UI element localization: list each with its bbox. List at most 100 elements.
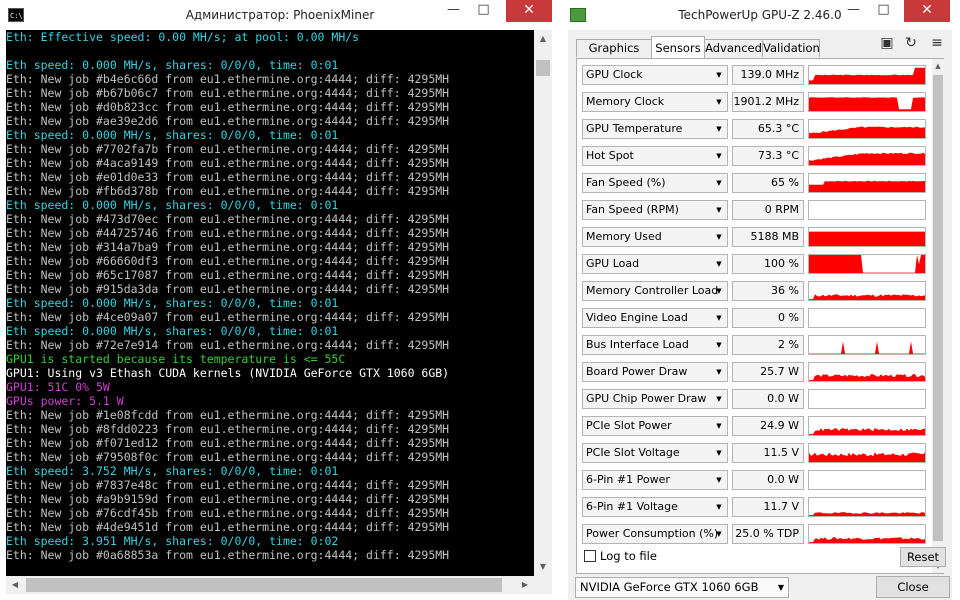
sensor-label-dropdown[interactable]: Fan Speed (%) ▼	[582, 173, 728, 193]
close-icon[interactable]: ✕	[506, 0, 552, 22]
sensor-label-dropdown[interactable]: GPU Clock ▼	[582, 65, 728, 85]
minimize-icon[interactable]: —	[440, 0, 467, 22]
console-horizontal-scrollbar[interactable]: ◀ ▶	[6, 576, 534, 594]
sensor-row: Fan Speed (RPM) ▼ 0 RPM	[582, 198, 930, 225]
tab-sensors[interactable]: Sensors	[651, 36, 705, 58]
console-line: Eth: New job #8fdd0223 from eu1.ethermin…	[6, 422, 450, 436]
gpuz-titlebar[interactable]: TechPowerUp GPU-Z 2.46.0 — □ ✕	[560, 0, 960, 30]
sensor-label-dropdown[interactable]: 6-Pin #1 Voltage ▼	[582, 497, 728, 517]
reset-button[interactable]: Reset	[900, 547, 946, 567]
console-output[interactable]: Eth: Effective speed: 0.00 MH/s; at pool…	[6, 30, 534, 576]
sensor-label-dropdown[interactable]: Bus Interface Load ▼	[582, 335, 728, 355]
close-icon[interactable]: ✕	[904, 0, 950, 22]
sensor-label-dropdown[interactable]: PCIe Slot Voltage ▼	[582, 443, 728, 463]
sensor-label-dropdown[interactable]: GPU Load ▼	[582, 254, 728, 274]
console-line: Eth: New job #915da3da from eu1.ethermin…	[6, 282, 450, 296]
console-line: GPUs power: 5.1 W	[6, 394, 124, 408]
chevron-down-icon: ▼	[716, 530, 722, 538]
console-window: C:\. Администратор: PhoenixMiner — □ ✕ E…	[0, 0, 560, 600]
sensor-label: GPU Chip Power Draw	[586, 392, 707, 405]
device-select-value: NVIDIA GeForce GTX 1060 6GB	[580, 580, 759, 594]
sensor-graph	[808, 308, 926, 328]
sensor-row: Memory Clock ▼ 1901.2 MHz	[582, 90, 930, 117]
sensor-row: GPU Temperature ▼ 65.3 °C	[582, 117, 930, 144]
maximize-icon[interactable]: □	[870, 0, 897, 22]
scroll-up-icon[interactable]: ▲	[932, 59, 944, 73]
sensor-label-dropdown[interactable]: Memory Clock ▼	[582, 92, 728, 112]
sensor-row: Memory Used ▼ 5188 MB	[582, 225, 930, 252]
sensor-value: 0.0 W	[732, 470, 804, 490]
chevron-down-icon: ▼	[716, 314, 722, 322]
sensor-value: 139.0 MHz	[732, 65, 804, 85]
console-line: Eth speed: 0.000 MH/s, shares: 0/0/0, ti…	[6, 324, 339, 338]
close-button[interactable]: Close	[876, 576, 950, 598]
scroll-left-icon[interactable]: ◀	[6, 576, 24, 594]
console-line: Eth speed: 0.000 MH/s, shares: 0/0/0, ti…	[6, 198, 339, 212]
tab-validation[interactable]: Validation	[762, 39, 820, 57]
sensor-row: Hot Spot ▼ 73.3 °C	[582, 144, 930, 171]
chevron-down-icon: ▼	[716, 287, 722, 295]
sensor-label: GPU Temperature	[586, 122, 683, 135]
maximize-icon[interactable]: □	[470, 0, 497, 22]
sensor-label: Video Engine Load	[586, 311, 688, 324]
device-select[interactable]: NVIDIA GeForce GTX 1060 6GB ▼	[575, 577, 789, 598]
refresh-icon[interactable]: ↻	[902, 34, 920, 52]
sensor-value: 25.0 % TDP	[732, 524, 804, 544]
console-line: Eth: Effective speed: 0.00 MH/s; at pool…	[6, 30, 360, 44]
console-vertical-scrollbar[interactable]: ▲ ▼	[534, 30, 552, 576]
sensor-label-dropdown[interactable]: Memory Used ▼	[582, 227, 728, 247]
console-hscroll-thumb[interactable]	[26, 578, 502, 592]
sensor-graph-area	[809, 152, 925, 165]
console-line: Eth: New job #4aca9149 from eu1.ethermin…	[6, 156, 450, 170]
sensor-label-dropdown[interactable]: GPU Chip Power Draw ▼	[582, 389, 728, 409]
console-line: Eth: New job #79508f0c from eu1.ethermin…	[6, 450, 450, 464]
sensor-graph-area	[809, 97, 925, 111]
scroll-down-icon[interactable]: ▼	[534, 558, 552, 576]
console-line: Eth speed: 0.000 MH/s, shares: 0/0/0, ti…	[6, 58, 339, 72]
tab-graphics-card[interactable]: Graphics Card	[576, 39, 652, 72]
sensor-label-dropdown[interactable]: Fan Speed (RPM) ▼	[582, 200, 728, 220]
log-to-file-checkbox[interactable]	[584, 550, 596, 562]
sensor-label: GPU Load	[586, 257, 640, 270]
sensor-value: 24.9 W	[732, 416, 804, 436]
tab-advanced[interactable]: Advanced	[704, 39, 763, 57]
sensor-row: Power Consumption (%) ▼ 25.0 % TDP	[582, 522, 930, 549]
sensor-label-dropdown[interactable]: GPU Temperature ▼	[582, 119, 728, 139]
sensor-label-dropdown[interactable]: Board Power Draw ▼	[582, 362, 728, 382]
chevron-down-icon: ▼	[716, 422, 722, 430]
scroll-right-icon[interactable]: ▶	[516, 576, 534, 594]
sensor-graph	[808, 119, 926, 139]
menu-icon[interactable]: ≡	[928, 34, 946, 52]
sensor-label: PCIe Slot Power	[586, 419, 672, 432]
sensors-scroll-thumb[interactable]	[933, 75, 943, 541]
console-vscroll-thumb[interactable]	[536, 60, 550, 76]
minimize-icon[interactable]: —	[840, 0, 867, 22]
console-titlebar[interactable]: C:\. Администратор: PhoenixMiner — □ ✕	[0, 0, 560, 30]
chevron-down-icon: ▼	[716, 152, 722, 160]
sensor-label-dropdown[interactable]: 6-Pin #1 Power ▼	[582, 470, 728, 490]
sensor-graph	[808, 254, 926, 274]
sensor-label-dropdown[interactable]: Hot Spot ▼	[582, 146, 728, 166]
sensor-value: 73.3 °C	[732, 146, 804, 166]
chevron-down-icon: ▼	[716, 206, 722, 214]
camera-icon[interactable]: ▣	[878, 34, 896, 52]
chevron-down-icon: ▼	[716, 71, 722, 79]
sensor-label-dropdown[interactable]: PCIe Slot Power ▼	[582, 416, 728, 436]
sensor-graph-area	[809, 428, 925, 435]
sensors-scrollbar[interactable]: ▲ ▼	[932, 59, 944, 573]
sensor-value: 65.3 °C	[732, 119, 804, 139]
sensor-label-dropdown[interactable]: Memory Controller Load ▼	[582, 281, 728, 301]
console-line: Eth: New job #4de9451d from eu1.ethermin…	[6, 520, 450, 534]
sensor-row: GPU Load ▼ 100 %	[582, 252, 930, 279]
console-line: GPU1 is started because its temperature …	[6, 352, 346, 366]
sensor-graph-area	[809, 537, 925, 543]
scroll-up-icon[interactable]: ▲	[534, 30, 552, 48]
sensor-graph	[808, 416, 926, 436]
sensor-label-dropdown[interactable]: Power Consumption (%) ▼	[582, 524, 728, 544]
console-line: GPU1: Using v3 Ethash CUDA kernels (NVID…	[6, 366, 450, 380]
sensor-label-dropdown[interactable]: Video Engine Load ▼	[582, 308, 728, 328]
console-line: Eth speed: 0.000 MH/s, shares: 0/0/0, ti…	[6, 128, 339, 142]
sensor-label: 6-Pin #1 Power	[586, 473, 670, 486]
console-line: Eth: New job #ae39e2d6 from eu1.ethermin…	[6, 114, 450, 128]
sensor-value: 25.7 W	[732, 362, 804, 382]
